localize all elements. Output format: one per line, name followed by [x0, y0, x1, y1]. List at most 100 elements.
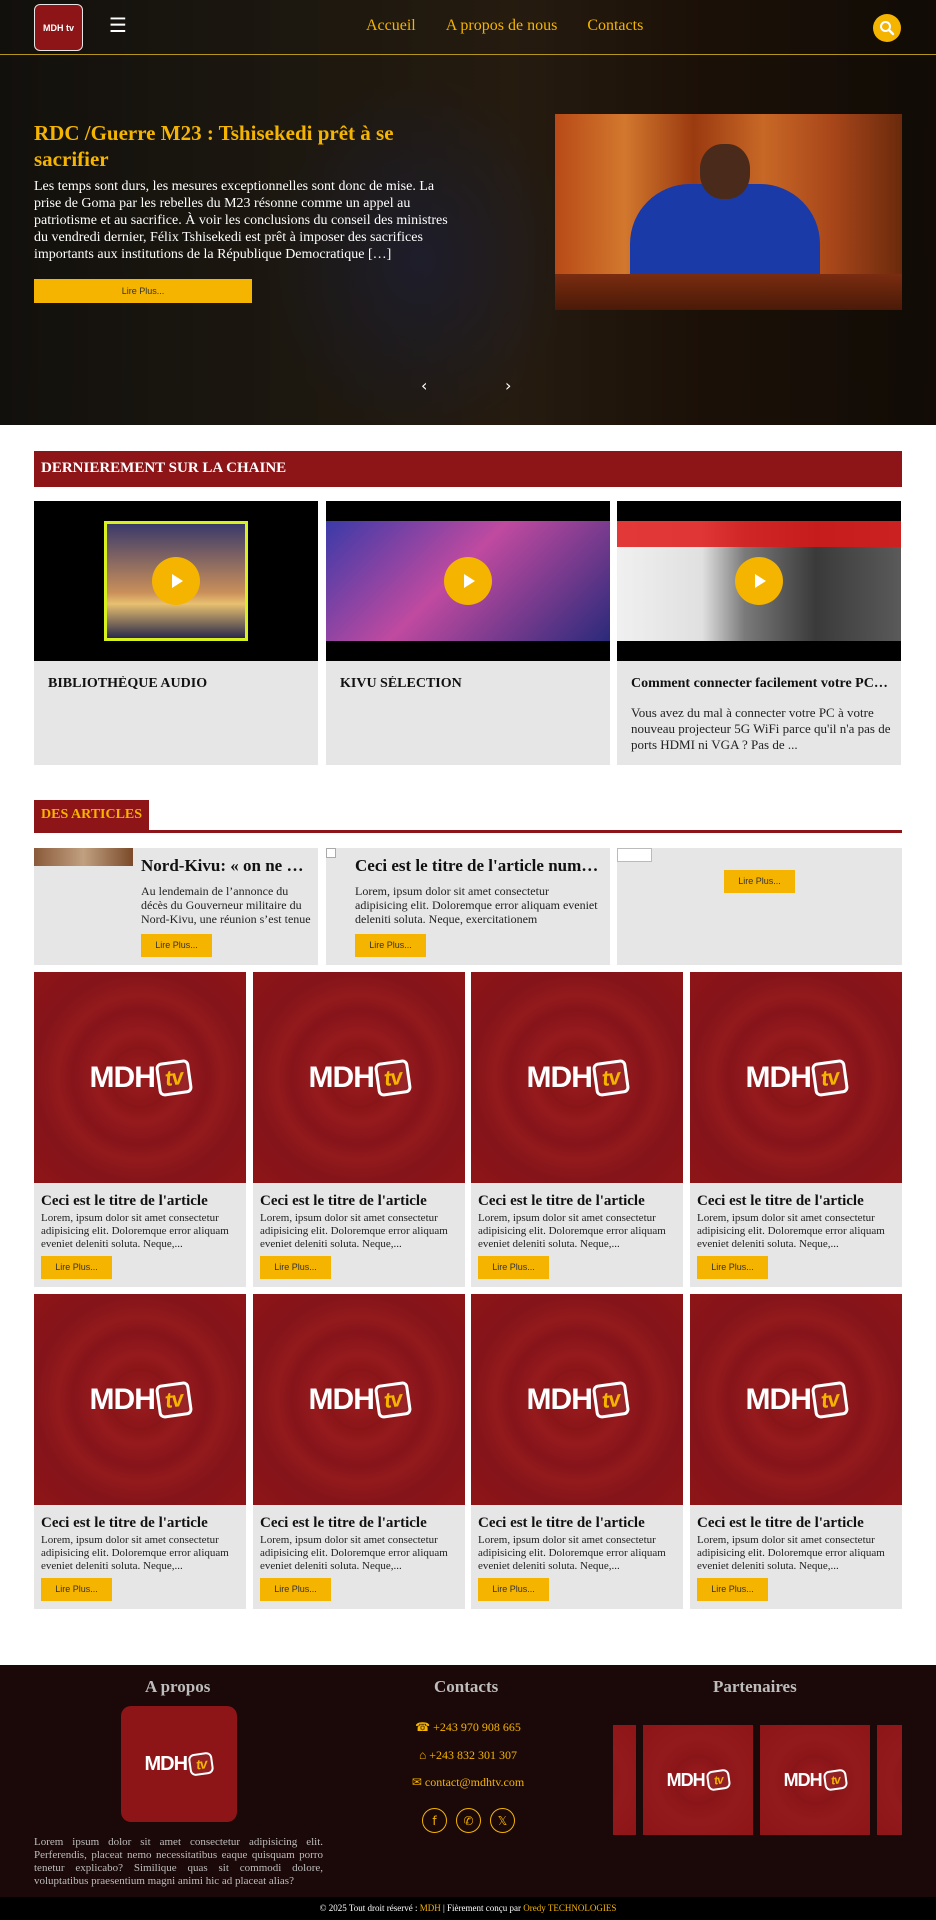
play-button[interactable]: [152, 557, 200, 605]
article-card[interactable]: MDH tv Ceci est le titre de l'article Lor…: [471, 972, 683, 1287]
article-card[interactable]: MDH tv Ceci est le titre de l'article Lor…: [253, 972, 465, 1287]
featured-article-card[interactable]: Nord-Kivu: « on ne négociera pas » Au le…: [34, 848, 318, 965]
nav-link-a-propos[interactable]: A propos de nous: [446, 17, 558, 35]
video-thumbnail-banner: [617, 521, 901, 547]
article-card[interactable]: MDH tv Ceci est le titre de l'article Lor…: [471, 1294, 683, 1609]
article-title[interactable]: Ceci est le titre de l'article: [41, 1193, 241, 1210]
article-title[interactable]: Ceci est le titre de l'article: [260, 1515, 460, 1532]
article-image: MDH tv: [690, 972, 902, 1183]
article-read-more-button[interactable]: Lire Plus...: [260, 1578, 331, 1601]
article-excerpt: Lorem, ipsum dolor sit amet consectetur …: [41, 1212, 229, 1250]
mdhtv-logo-icon: MDH tv: [90, 1380, 193, 1419]
article-image: MDH tv: [253, 1294, 465, 1505]
article-title[interactable]: Ceci est le titre de l'article: [41, 1515, 241, 1532]
hero-title[interactable]: RDC /Guerre M23 : Tshisekedi prêt à se s…: [34, 120, 464, 172]
footer-logo[interactable]: MDH tv: [121, 1706, 237, 1822]
video-title[interactable]: Comment connecter facilement votre PC à …: [631, 676, 891, 692]
article-read-more-button[interactable]: Lire Plus...: [724, 870, 795, 893]
footer-about-title: A propos: [145, 1677, 211, 1696]
broken-image-icon: [326, 848, 336, 858]
site-logo[interactable]: MDH tv: [34, 4, 83, 51]
articles-divider: [34, 830, 902, 833]
hero-image-head: [700, 144, 750, 199]
play-icon: [172, 574, 183, 588]
copyright-credit-text: | Fièrement conçu par: [442, 1903, 521, 1913]
video-title[interactable]: BIBLIOTHÈQUE AUDIO: [48, 676, 308, 692]
article-title[interactable]: Ceci est le titre de l'article numéro de…: [355, 856, 600, 876]
facebook-icon[interactable]: f: [422, 1808, 447, 1833]
article-excerpt: Lorem, ipsum dolor sit amet consectetur …: [41, 1534, 229, 1572]
partner-logo[interactable]: MDH tv: [643, 1725, 753, 1835]
carousel-prev-button[interactable]: ‹: [421, 376, 427, 395]
video-title[interactable]: KIVU SÉLECTION: [340, 676, 600, 692]
video-card[interactable]: Comment connecter facilement votre PC à …: [617, 501, 901, 765]
play-button[interactable]: [735, 557, 783, 605]
footer-about-text: Lorem ipsum dolor sit amet consectetur a…: [34, 1836, 323, 1887]
article-card[interactable]: MDH tv Ceci est le titre de l'article Lor…: [34, 972, 246, 1287]
copyright-text: © 2025 Tout droit réservé :: [319, 1903, 418, 1913]
partner-logo[interactable]: [613, 1725, 636, 1835]
video-description: Vous avez du mal à connecter votre PC à …: [631, 705, 891, 752]
nav-link-contacts[interactable]: Contacts: [587, 17, 643, 35]
article-card[interactable]: MDH tv Ceci est le titre de l'article Lor…: [690, 1294, 902, 1609]
article-read-more-button[interactable]: Lire Plus...: [478, 1578, 549, 1601]
article-title[interactable]: Ceci est le titre de l'article: [478, 1193, 678, 1210]
video-thumbnail[interactable]: [326, 501, 610, 661]
hero-image: [555, 114, 902, 310]
nav-link-accueil[interactable]: Accueil: [366, 17, 416, 35]
play-button[interactable]: [444, 557, 492, 605]
home-icon: ⌂: [419, 1748, 430, 1762]
article-read-more-button[interactable]: Lire Plus...: [260, 1256, 331, 1279]
video-card[interactable]: BIBLIOTHÈQUE AUDIO: [34, 501, 318, 765]
copyright-bar: © 2025 Tout droit réservé : MDH | Fièrem…: [0, 1897, 936, 1920]
mdhtv-logo-icon: MDH tv: [90, 1058, 193, 1097]
video-card[interactable]: KIVU SÉLECTION: [326, 501, 610, 765]
x-twitter-icon[interactable]: 𝕏: [490, 1808, 515, 1833]
article-title[interactable]: Ceci est le titre de l'article: [697, 1193, 897, 1210]
featured-article-card[interactable]: Ceci est le titre de l'article numéro de…: [326, 848, 610, 965]
footer-email-text: contact@mdhtv.com: [424, 1775, 525, 1789]
mdhtv-logo-icon: MDH tv: [746, 1058, 849, 1097]
article-title[interactable]: Ceci est le titre de l'article: [260, 1193, 460, 1210]
footer-phone-2[interactable]: ⌂ +243 832 301 307: [336, 1748, 600, 1763]
article-title[interactable]: Ceci est le titre de l'article: [697, 1515, 897, 1532]
mdhtv-logo-icon: MDH tv: [309, 1058, 412, 1097]
article-excerpt: Au lendemain de l’annonce du décès du Go…: [141, 884, 311, 926]
search-button[interactable]: [873, 14, 901, 42]
article-read-more-button[interactable]: Lire Plus...: [41, 1578, 112, 1601]
article-image: MDH tv: [34, 972, 246, 1183]
article-read-more-button[interactable]: Lire Plus...: [355, 934, 426, 957]
article-card[interactable]: MDH tv Ceci est le titre de l'article Lor…: [34, 1294, 246, 1609]
partner-logo[interactable]: [877, 1725, 902, 1835]
partner-logo[interactable]: MDH tv: [760, 1725, 870, 1835]
featured-article-card[interactable]: Lire Plus...: [617, 848, 902, 965]
article-title[interactable]: Ceci est le titre de l'article: [478, 1515, 678, 1532]
footer-phone-1[interactable]: ☎ +243 970 908 665: [336, 1720, 600, 1735]
video-thumbnail[interactable]: [34, 501, 318, 661]
article-read-more-button[interactable]: Lire Plus...: [41, 1256, 112, 1279]
hero-read-more-button[interactable]: Lire Plus...: [34, 279, 252, 303]
mdhtv-logo-icon: MDH tv: [309, 1380, 412, 1419]
article-read-more-button[interactable]: Lire Plus...: [697, 1256, 768, 1279]
search-icon: [880, 21, 895, 36]
footer-email[interactable]: ✉ contact@mdhtv.com: [336, 1775, 600, 1790]
hamburger-menu-icon[interactable]: ☰: [108, 15, 128, 35]
copyright-brand-link[interactable]: MDH: [420, 1903, 441, 1913]
site-logo-text: MDH tv: [43, 22, 74, 33]
article-read-more-button[interactable]: Lire Plus...: [141, 934, 212, 957]
partners-carousel[interactable]: MDH tv MDH tv: [613, 1725, 902, 1835]
hero-image-desk: [555, 274, 902, 310]
designer-link[interactable]: Oredy TECHNOLOGIES: [523, 1903, 616, 1913]
site-footer: A propos MDH tv Lorem ipsum dolor sit ame…: [0, 1665, 936, 1897]
article-title[interactable]: Nord-Kivu: « on ne négociera pas »: [141, 856, 311, 876]
article-card[interactable]: MDH tv Ceci est le titre de l'article Lor…: [690, 972, 902, 1287]
article-image: MDH tv: [253, 972, 465, 1183]
whatsapp-icon[interactable]: ✆: [456, 1808, 481, 1833]
article-excerpt: Lorem, ipsum dolor sit amet consectetur …: [478, 1534, 666, 1572]
video-thumbnail[interactable]: [617, 501, 901, 661]
mdhtv-logo-icon: MDH tv: [746, 1380, 849, 1419]
article-card[interactable]: MDH tv Ceci est le titre de l'article Lor…: [253, 1294, 465, 1609]
article-read-more-button[interactable]: Lire Plus...: [478, 1256, 549, 1279]
article-read-more-button[interactable]: Lire Plus...: [697, 1578, 768, 1601]
carousel-next-button[interactable]: ›: [505, 376, 511, 395]
